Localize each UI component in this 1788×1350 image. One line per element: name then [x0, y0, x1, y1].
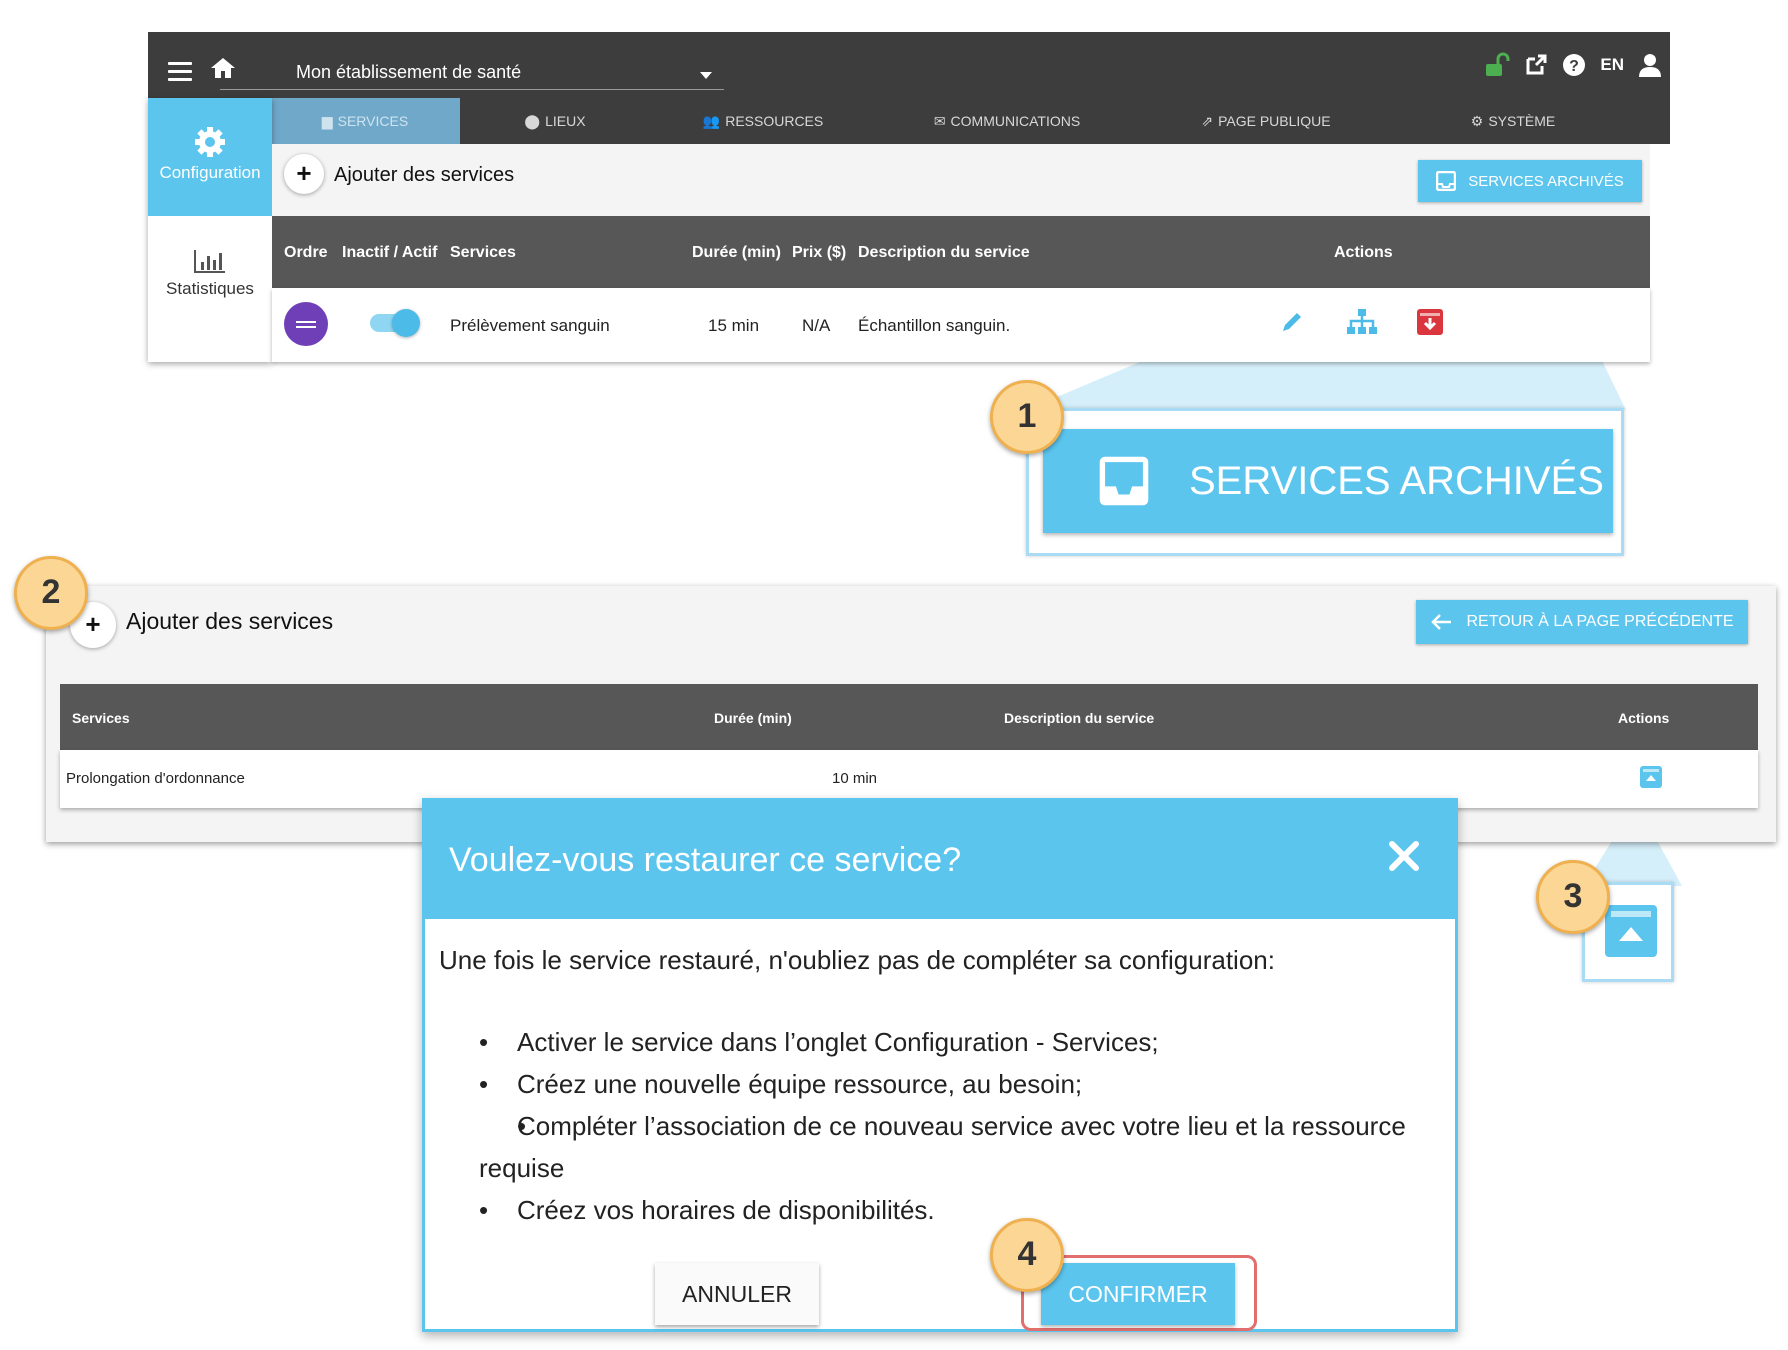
chevron-down-icon	[700, 72, 712, 79]
list-item: Créez une nouvelle équipe ressource, au …	[439, 1063, 1439, 1105]
close-icon[interactable]	[1387, 839, 1421, 873]
map-pin-icon: ⬤	[524, 112, 541, 129]
service-duration: 10 min	[832, 770, 878, 787]
language-toggle[interactable]: EN	[1600, 55, 1624, 75]
cancel-button[interactable]: ANNULER	[655, 1263, 819, 1325]
unlock-icon[interactable]	[1484, 52, 1510, 78]
step-badge-4: 4	[990, 1218, 1064, 1292]
archived-table-header: Services Durée (min) Description du serv…	[60, 684, 1758, 750]
tab-systeme[interactable]: ⚙ SYSTÈME	[1394, 98, 1632, 144]
column-header: Ordre	[284, 244, 328, 261]
edit-pencil-icon[interactable]	[1280, 310, 1304, 334]
archived-button-zoom-callout: SERVICES ARCHIVÉS	[1026, 408, 1624, 556]
tab-bar: ▆ SERVICES ⬤ LIEUX 👥 RESSOURCES ✉ COMMUN…	[270, 98, 1670, 144]
list-item: Activer le service dans l’onglet Configu…	[439, 1021, 1439, 1063]
restore-icon[interactable]	[1640, 766, 1662, 788]
archive-icon[interactable]	[1416, 308, 1444, 336]
column-header: Description du service	[858, 244, 1030, 261]
restore-service-dialog: Voulez-vous restaurer ce service? Une fo…	[422, 798, 1458, 1332]
column-header: Services	[72, 710, 130, 726]
drag-handle-icon[interactable]	[284, 302, 328, 346]
add-service-button[interactable]: +	[284, 154, 324, 194]
add-service-label: Ajouter des services	[334, 164, 515, 186]
sidebar-item-statistiques[interactable]: Statistiques	[148, 248, 272, 299]
top-right-toolbar: ? EN	[1484, 50, 1662, 80]
briefcase-icon: ▆	[321, 112, 333, 129]
arrow-left-icon	[1431, 614, 1452, 630]
service-description: Échantillon sanguin.	[858, 316, 1011, 335]
services-table-header: Ordre Inactif / Actif Services Durée (mi…	[272, 216, 1650, 288]
column-header: Durée (min)	[714, 710, 792, 726]
archived-services-button-zoomed[interactable]: SERVICES ARCHIVÉS	[1043, 429, 1613, 533]
column-header: Actions	[1618, 710, 1670, 726]
dialog-intro: Une fois le service restauré, n'oubliez …	[439, 945, 1275, 975]
hamburger-menu-icon[interactable]	[168, 62, 192, 81]
external-link-icon[interactable]	[1524, 53, 1548, 77]
sidebar-item-label: Configuration	[159, 163, 261, 182]
step-badge-3: 3	[1536, 860, 1610, 934]
user-icon[interactable]	[1638, 53, 1662, 77]
sidebar: Configuration Statistiques	[148, 98, 272, 362]
sitemap-icon[interactable]	[1346, 308, 1378, 336]
table-row: Prélèvement sanguin 15 min N/A Échantill…	[272, 288, 1650, 362]
service-name: Prolongation d'ordonnance	[66, 770, 245, 787]
step-badge-2: 2	[14, 556, 88, 630]
tab-communications[interactable]: ✉ COMMUNICATIONS	[876, 98, 1138, 144]
service-name: Prélèvement sanguin	[450, 316, 610, 335]
add-service-label: Ajouter des services	[126, 608, 334, 634]
inbox-icon	[1436, 171, 1457, 191]
archived-services-button[interactable]: SERVICES ARCHIVÉS	[1418, 160, 1642, 202]
users-icon: 👥	[702, 112, 721, 129]
tab-ressources[interactable]: 👥 RESSOURCES	[650, 98, 876, 144]
service-price: N/A	[802, 316, 831, 335]
step-badge-1: 1	[990, 380, 1064, 454]
active-toggle[interactable]	[370, 309, 420, 337]
sidebar-item-configuration[interactable]: Configuration	[148, 98, 272, 216]
main-app-window: Mon établissement de santé ? EN ▆ SERVIC…	[148, 32, 1670, 362]
column-header: Actions	[1334, 244, 1393, 261]
back-to-previous-page-button[interactable]: RETOUR À LA PAGE PRÉCÉDENTE	[1416, 600, 1748, 644]
external-link-icon: ⇗	[1201, 112, 1214, 129]
tab-lieux[interactable]: ⬤ LIEUX	[460, 98, 650, 144]
services-content: + Ajouter des services SERVICES ARCHIVÉS…	[272, 144, 1650, 362]
tab-page-publique[interactable]: ⇗ PAGE PUBLIQUE	[1138, 98, 1394, 144]
column-header: Inactif / Actif	[342, 244, 438, 261]
column-header: Description du service	[1004, 710, 1155, 726]
bar-chart-icon	[194, 250, 225, 273]
gears-icon: ⚙	[1470, 112, 1484, 129]
confirm-button[interactable]: CONFIRMER	[1041, 1263, 1235, 1325]
list-item: Compléter l’association de ce nouveau se…	[439, 1105, 1439, 1189]
dialog-checklist: Activer le service dans l’onglet Configu…	[439, 1021, 1439, 1231]
help-icon[interactable]: ?	[1562, 53, 1586, 77]
envelope-icon: ✉	[933, 112, 946, 129]
organization-select[interactable]: Mon établissement de santé	[220, 54, 724, 90]
dialog-body: Une fois le service restauré, n'oubliez …	[439, 939, 1439, 1231]
svg-text:?: ?	[1569, 58, 1579, 75]
column-header: Durée (min)	[692, 244, 781, 261]
sidebar-item-label: Statistiques	[166, 279, 254, 298]
tab-services[interactable]: ▆ SERVICES	[270, 98, 460, 144]
list-item: Créez vos horaires de disponibilités.	[439, 1189, 1439, 1231]
top-bar: Mon établissement de santé ? EN	[148, 32, 1670, 98]
column-header: Prix ($)	[792, 244, 847, 261]
dialog-title: Voulez-vous restaurer ce service?	[449, 841, 962, 879]
gear-icon	[195, 127, 225, 157]
column-header: Services	[450, 244, 516, 261]
dialog-header: Voulez-vous restaurer ce service?	[425, 801, 1455, 919]
organization-name: Mon établissement de santé	[296, 62, 522, 82]
service-duration: 15 min	[708, 316, 760, 335]
restore-icon-zoomed[interactable]	[1605, 905, 1657, 957]
inbox-icon	[1099, 456, 1149, 506]
